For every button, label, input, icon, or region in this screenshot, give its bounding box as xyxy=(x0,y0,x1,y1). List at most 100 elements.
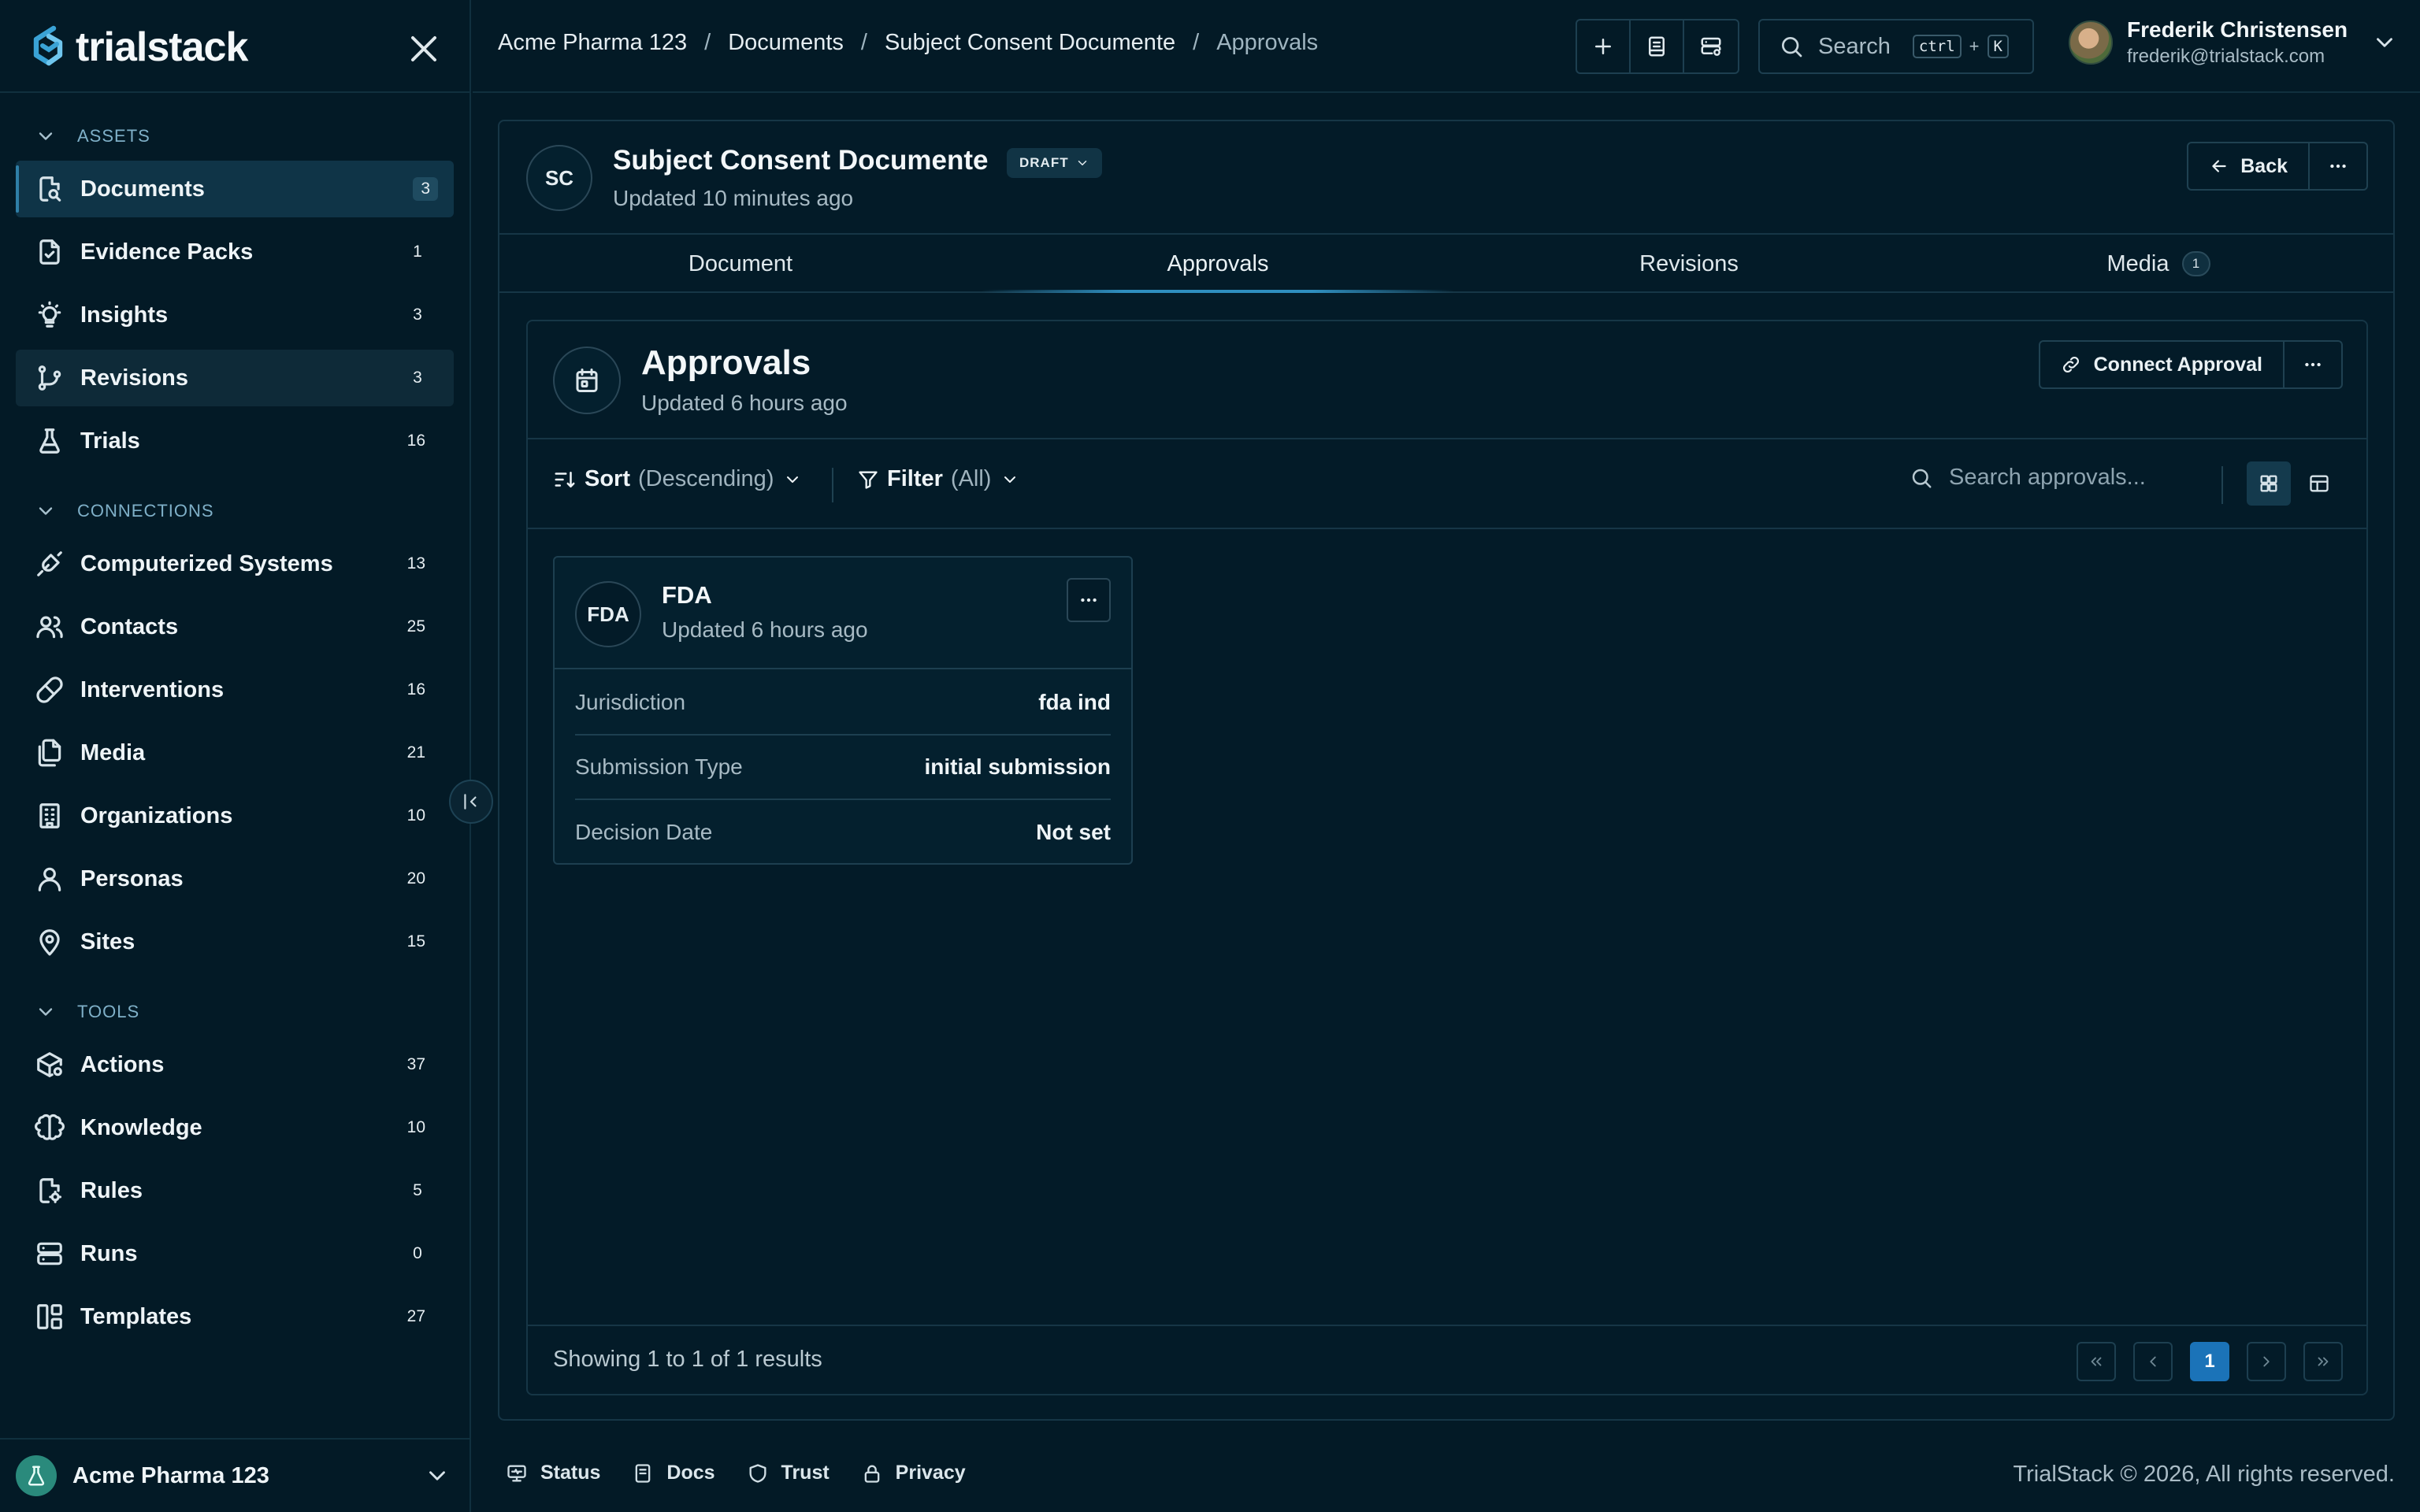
tab-revisions[interactable]: Revisions xyxy=(1454,235,1924,293)
sidebar-item-label: Contacts xyxy=(80,613,179,639)
section-header-tools[interactable]: TOOLS xyxy=(0,996,471,1028)
sidebar-item-insights[interactable]: Insights 3 xyxy=(16,287,454,343)
git-branch-icon xyxy=(38,365,61,391)
footer-link-privacy[interactable]: Privacy xyxy=(861,1462,966,1484)
footer-link-label: Trust xyxy=(781,1462,830,1484)
section-tools: TOOLS xyxy=(0,996,471,1028)
section-header-assets[interactable]: ASSETS xyxy=(0,120,471,152)
close-sidebar-icon[interactable] xyxy=(405,30,443,68)
approvals-header: Approvals Updated 6 hours ago Connect Ap… xyxy=(528,321,2366,439)
sidebar-item-rules[interactable]: Rules 5 xyxy=(16,1162,454,1219)
database-button[interactable] xyxy=(1684,20,1738,72)
field-value: fda ind xyxy=(1038,690,1111,714)
toolbar-divider xyxy=(832,468,833,502)
sidebar-item-trials[interactable]: Trials 16 xyxy=(16,413,454,469)
sidebar-item-count: 16 xyxy=(406,680,425,699)
notes-button[interactable] xyxy=(1631,20,1684,72)
file-check-icon xyxy=(39,239,60,265)
last-page-button[interactable] xyxy=(2303,1342,2343,1381)
tab-label: Document xyxy=(688,250,793,276)
tab-document[interactable]: Document xyxy=(499,235,982,293)
sidebar-item-label: Organizations xyxy=(80,802,233,828)
breadcrumb-documents[interactable]: Documents xyxy=(728,30,844,56)
breadcrumb-org[interactable]: Acme Pharma 123 xyxy=(498,30,687,56)
breadcrumb-separator: / xyxy=(704,30,711,55)
footer-link-trust[interactable]: Trust xyxy=(747,1462,830,1484)
sidebar-item-personas[interactable]: Personas 20 xyxy=(16,850,454,907)
sidebar-item-organizations[interactable]: Organizations 10 xyxy=(16,788,454,844)
user-menu[interactable]: Frederik Christensen frederik@trialstack… xyxy=(2069,17,2398,68)
calendar-icon xyxy=(576,369,598,392)
sidebar-item-interventions[interactable]: Interventions 16 xyxy=(16,662,454,718)
sidebar-item-label: Documents xyxy=(80,176,205,202)
user-name: Frederik Christensen xyxy=(2127,17,2348,42)
search-icon xyxy=(1782,37,1802,57)
sidebar-item-label: Sites xyxy=(80,928,135,954)
plug-icon xyxy=(37,551,62,576)
flask-icon xyxy=(39,428,60,454)
grid-view-button[interactable] xyxy=(2247,461,2291,506)
approval-card[interactable]: FDA FDA Updated 6 hours ago Jurisdiction… xyxy=(553,556,1133,865)
approvals-actions: Connect Approval xyxy=(2038,340,2343,389)
document-more-button[interactable] xyxy=(2310,143,2366,189)
sidebar-item-evidence-packs[interactable]: Evidence Packs 1 xyxy=(16,224,454,280)
app-logo[interactable]: trialstack xyxy=(28,24,248,71)
sidebar-item-contacts[interactable]: Contacts 25 xyxy=(16,598,454,655)
approvals-more-button[interactable] xyxy=(2285,342,2341,387)
first-page-button[interactable] xyxy=(2077,1342,2116,1381)
sort-descending-icon xyxy=(555,471,575,487)
server-icon xyxy=(37,1242,62,1266)
add-button[interactable] xyxy=(1577,20,1631,72)
document-title: Subject Consent Documente xyxy=(613,145,989,176)
sidebar-item-documents[interactable]: Documents 3 xyxy=(16,161,454,217)
sidebar-item-count: 13 xyxy=(406,554,425,573)
footer-link-label: Docs xyxy=(666,1462,715,1484)
sidebar-item-knowledge[interactable]: Knowledge 10 xyxy=(16,1099,454,1156)
approvals-search[interactable]: Search approvals... xyxy=(1910,465,2146,491)
approval-more-button[interactable] xyxy=(1067,578,1111,622)
sidebar-item-sites[interactable]: Sites 15 xyxy=(16,914,454,970)
table-view-button[interactable] xyxy=(2297,461,2341,506)
tab-media[interactable]: Media 1 xyxy=(1924,235,2393,293)
sidebar-item-media[interactable]: Media 21 xyxy=(16,724,454,781)
footer-link-status[interactable]: Status xyxy=(506,1462,600,1484)
notebook-icon xyxy=(1649,36,1665,57)
tab-approvals[interactable]: Approvals xyxy=(982,235,1454,293)
pagination: 1 xyxy=(2077,1342,2343,1381)
breadcrumb-document[interactable]: Subject Consent Documente xyxy=(885,30,1175,56)
sidebar-item-revisions[interactable]: Revisions 3 xyxy=(16,350,454,406)
prev-page-button[interactable] xyxy=(2133,1342,2173,1381)
next-page-button[interactable] xyxy=(2247,1342,2286,1381)
back-button[interactable]: Back xyxy=(2188,143,2310,189)
shortcut-plus: + xyxy=(1969,36,1980,56)
sidebar-item-actions[interactable]: Actions 37 xyxy=(16,1036,454,1093)
filter-dropdown[interactable]: Filter (All) xyxy=(857,466,1019,492)
footer-link-docs[interactable]: Docs xyxy=(632,1462,715,1484)
sidebar-item-computerized-systems[interactable]: Computerized Systems 13 xyxy=(16,536,454,592)
sort-dropdown[interactable]: Sort (Descending) xyxy=(553,466,802,492)
status-badge[interactable]: DRAFT xyxy=(1007,148,1102,178)
sidebar-item-label: Actions xyxy=(80,1051,165,1077)
sidebar: trialstack ASSETS Documents 3 Evidence P… xyxy=(0,0,471,1512)
copyright: TrialStack © 2026, All rights reserved. xyxy=(2013,1462,2396,1487)
document-updated: Updated 10 minutes ago xyxy=(613,186,854,210)
plus-icon xyxy=(1595,39,1611,54)
sort-label: Sort xyxy=(585,466,630,491)
collapse-sidebar-button[interactable] xyxy=(449,780,493,824)
sidebar-item-label: Personas xyxy=(80,865,184,891)
connect-approval-button[interactable]: Connect Approval xyxy=(2040,342,2285,387)
sidebar-item-templates[interactable]: Templates 27 xyxy=(16,1288,454,1345)
quick-actions xyxy=(1576,19,1739,74)
chevron-right-icon xyxy=(2263,1356,2270,1367)
lightbulb-icon xyxy=(38,301,61,328)
section-header-connections[interactable]: CONNECTIONS xyxy=(0,495,471,527)
sidebar-item-count: 21 xyxy=(406,743,425,762)
sidebar-item-count: 3 xyxy=(413,369,422,387)
document-actions: Back xyxy=(2187,142,2368,191)
page-1-button[interactable]: 1 xyxy=(2190,1342,2229,1381)
org-switcher[interactable]: Acme Pharma 123 xyxy=(0,1438,470,1512)
global-search[interactable]: Search ctrl + K xyxy=(1758,19,2034,74)
sidebar-item-runs[interactable]: Runs 0 xyxy=(16,1225,454,1282)
field-value: initial submission xyxy=(924,754,1111,779)
sidebar-item-label: Knowledge xyxy=(80,1114,202,1140)
